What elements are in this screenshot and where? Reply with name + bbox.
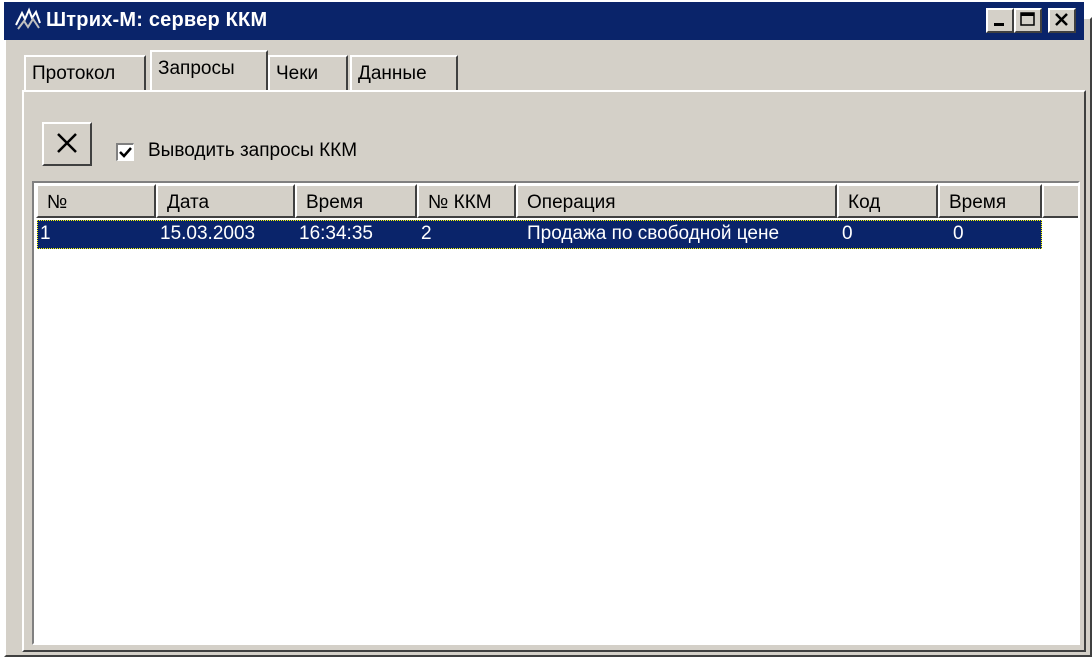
- cell-date: 15.03.2003: [160, 223, 256, 244]
- close-button[interactable]: [1048, 8, 1076, 33]
- column-header-num[interactable]: №: [36, 184, 156, 218]
- minimize-button[interactable]: [986, 8, 1014, 33]
- column-header-filler: [1042, 184, 1078, 218]
- app-logo-icon: [14, 7, 42, 33]
- maximize-button[interactable]: [1014, 8, 1042, 33]
- clear-x-icon: [57, 133, 77, 153]
- tab-label: Запросы: [158, 58, 235, 79]
- show-requests-checkbox[interactable]: [116, 143, 134, 161]
- column-header-kkm[interactable]: № ККМ: [417, 184, 516, 218]
- tab-checks[interactable]: Чеки: [268, 55, 348, 91]
- window-title: Штрих-М: сервер ККМ: [46, 9, 268, 31]
- table-row[interactable]: 1 15.03.2003 16:34:35 2 Продажа по свобо…: [37, 220, 1042, 249]
- cell-duration: 0: [953, 223, 964, 244]
- cell-time: 16:34:35: [299, 223, 373, 244]
- tab-requests[interactable]: Запросы: [150, 50, 268, 90]
- tab-label: Данные: [358, 63, 427, 84]
- cell-operation: Продажа по свободной цене: [527, 223, 780, 244]
- show-requests-label[interactable]: Выводить запросы ККМ: [148, 140, 357, 162]
- close-icon: [1055, 13, 1068, 26]
- column-header-time[interactable]: Время: [295, 184, 417, 218]
- requests-list[interactable]: № Дата Время № ККМ Операция Код Время 1 …: [32, 181, 1080, 645]
- cell-num: 1: [40, 223, 51, 244]
- clear-button[interactable]: [42, 122, 92, 166]
- column-header-date[interactable]: Дата: [156, 184, 295, 218]
- column-header-operation[interactable]: Операция: [516, 184, 837, 218]
- tab-protocol[interactable]: Протокол: [24, 55, 146, 91]
- minimize-icon: [994, 23, 1004, 26]
- tab-label: Чеки: [276, 63, 319, 84]
- cell-kkm: 2: [421, 223, 432, 244]
- cell-code: 0: [842, 223, 853, 244]
- column-header-code[interactable]: Код: [837, 184, 938, 218]
- column-header-duration[interactable]: Время: [938, 184, 1042, 218]
- tab-data[interactable]: Данные: [350, 55, 458, 91]
- checkmark-icon: [119, 147, 132, 158]
- tab-label: Протокол: [32, 63, 116, 84]
- maximize-icon: [1020, 12, 1035, 26]
- title-bar[interactable]: Штрих-М: сервер ККМ: [4, 2, 1084, 40]
